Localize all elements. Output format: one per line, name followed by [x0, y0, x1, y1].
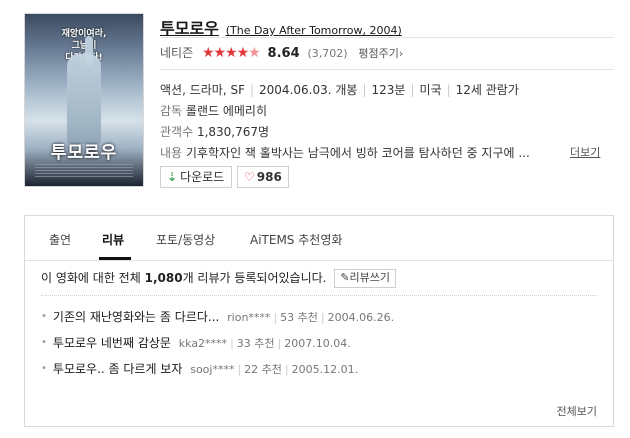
- list-item: • 투모로우.. 좀 다르게 보자 sooj**** | 22 추천 | 2005.12.…: [41, 362, 359, 376]
- poster-statue: [67, 54, 101, 144]
- review-author: rion****: [227, 311, 271, 324]
- list-item: • 기존의 재난영화와는 좀 다르다... rion**** | 53 추천 | 2004…: [41, 310, 395, 324]
- movie-title-row: 투모로우 (The Day After Tomorrow, 2004): [160, 15, 402, 39]
- download-icon: ⇣: [167, 170, 178, 184]
- tab-bar: 출연 리뷰 포토/동영상 AiTEMS 추천영화: [25, 216, 613, 261]
- director-label: 감독: [160, 104, 183, 118]
- star-rating-icon: ★★★★★: [201, 45, 261, 61]
- bullet-icon: •: [41, 311, 47, 322]
- tab-cast[interactable]: 출연: [49, 231, 71, 248]
- review-title[interactable]: 기존의 재난영화와는 좀 다르다...: [53, 310, 219, 324]
- rating-row: 네티즌 ★★★★★ 8.64 (3,702) 평점주기›: [160, 44, 403, 61]
- chevron-right-icon: ›: [398, 47, 404, 60]
- review-votes: 22 추천: [244, 363, 282, 376]
- rating-score: 8.64: [267, 46, 300, 61]
- bullet-icon: •: [41, 337, 47, 348]
- view-all-link[interactable]: 전체보기: [557, 403, 597, 419]
- plot-text: 기후학자인 잭 홀박사는 남극에서 빙하 코어를 탐사하던 중 지구에 ...: [185, 146, 530, 160]
- list-item: • 투모로우 네번째 감상문 kka2**** | 33 추천 | 2007.10.04.: [41, 336, 351, 350]
- review-date: 2004.06.26.: [327, 311, 395, 324]
- summary-divider: [41, 295, 597, 296]
- review-votes: 53 추천: [280, 311, 318, 324]
- review-author: kka2****: [178, 337, 228, 350]
- bullet-icon: •: [41, 363, 47, 374]
- review-title[interactable]: 투모로우 네번째 감상문: [53, 336, 171, 350]
- rate-button[interactable]: 평점주기›: [358, 47, 403, 60]
- review-date: 2007.10.04.: [284, 337, 351, 350]
- plot-row: 내용 기후학자인 잭 홀박사는 남극에서 빙하 코어를 탐사하던 중 지구에 .…: [160, 144, 614, 161]
- genre: 액션, 드라마, SF: [160, 83, 245, 97]
- audience-count: 1,830,767명: [196, 125, 270, 139]
- like-button[interactable]: ♡ 986: [237, 166, 289, 188]
- review-count: 1,080: [144, 271, 183, 285]
- poster-credits: [35, 164, 133, 178]
- country: 미국: [419, 83, 442, 97]
- review-title[interactable]: 투모로우.. 좀 다르게 보자: [53, 362, 182, 376]
- movie-title-english[interactable]: (The Day After Tomorrow, 2004): [226, 24, 402, 37]
- review-author: sooj****: [190, 363, 235, 376]
- more-link[interactable]: 더보기: [570, 144, 600, 160]
- rating-count: (3,702): [307, 47, 348, 60]
- like-count: 986: [256, 170, 282, 184]
- release-date: 2004.06.03. 개봉: [259, 83, 358, 97]
- write-review-button[interactable]: ✎리뷰쓰기: [334, 269, 397, 288]
- director-link[interactable]: 롤랜드 에메리히: [186, 104, 267, 118]
- plot-label: 내용: [160, 146, 183, 160]
- download-button[interactable]: ⇣ 다운로드: [160, 166, 232, 188]
- movie-title[interactable]: 투모로우: [160, 19, 219, 38]
- heart-icon: ♡: [244, 170, 255, 184]
- audience-row: 관객수 1,830,767명: [160, 123, 269, 140]
- director-row: 감독 롤랜드 에메리히: [160, 102, 267, 119]
- tab-reviews[interactable]: 리뷰: [102, 231, 124, 248]
- movie-meta-row: 액션, 드라마, SF | 2004.06.03. 개봉 | 123분 | 미국 | 12세 관…: [160, 83, 519, 97]
- age-rating: 12세 관람가: [455, 83, 519, 97]
- review-date: 2005.12.01.: [291, 363, 359, 376]
- runtime: 123분: [371, 83, 406, 97]
- review-votes: 33 추천: [236, 337, 275, 350]
- tab-aitems[interactable]: AiTEMS 추천영화: [250, 231, 342, 248]
- rating-divider: [160, 69, 614, 70]
- tab-photo-video[interactable]: 포토/동영상: [156, 231, 215, 248]
- movie-poster[interactable]: 재앙이여라, 그날이 다가온다! 투모로우: [24, 13, 144, 187]
- active-tab-indicator: [99, 257, 131, 260]
- pencil-icon: ✎: [340, 271, 350, 284]
- review-panel: 출연 리뷰 포토/동영상 AiTEMS 추천영화 이 영화에 대한 전체 1,0…: [24, 215, 614, 427]
- poster-title: 투모로우: [50, 143, 118, 163]
- title-divider: [160, 37, 614, 38]
- rating-label: 네티즌: [160, 46, 194, 60]
- audience-label: 관객수: [160, 125, 194, 139]
- review-summary: 이 영화에 대한 전체 1,080개 리뷰가 등록되어있습니다. ✎리뷰쓰기: [41, 269, 397, 288]
